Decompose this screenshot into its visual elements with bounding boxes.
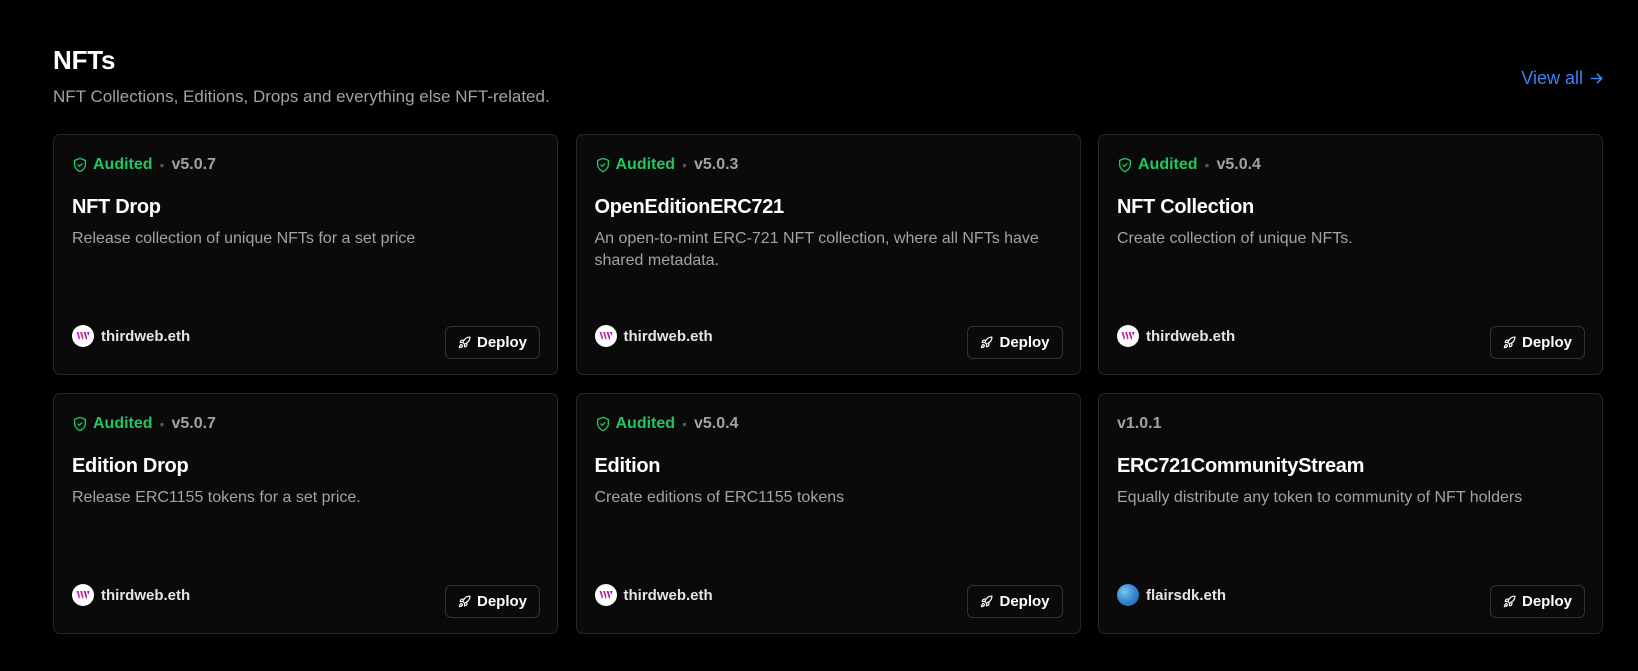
arrow-right-icon: [1590, 73, 1603, 84]
audited-label: Audited: [615, 415, 676, 432]
deploy-label: Deploy: [999, 593, 1050, 610]
audited-badge: Audited: [72, 156, 153, 174]
shield-check-icon: [74, 416, 86, 432]
nft-section: NFTs NFT Collections, Editions, Drops an…: [0, 0, 1638, 671]
contract-card-grid: Audited • v5.0.7 NFT Drop Release collec…: [53, 134, 1603, 634]
thirdweb-logo-icon: [76, 591, 90, 599]
publisher-name: thirdweb.eth: [623, 586, 713, 604]
section-title: NFTs: [53, 45, 116, 75]
version-label: v5.0.4: [1216, 156, 1261, 173]
separator-dot: •: [682, 157, 687, 173]
card-description: An open-to-mint ERC-721 NFT collection, …: [594, 230, 1039, 269]
publisher[interactable]: thirdweb.eth: [72, 325, 190, 347]
publisher-avatar: [72, 325, 94, 347]
rocket-icon: [1503, 336, 1516, 349]
separator-dot: •: [1204, 157, 1210, 173]
deploy-label: Deploy: [1521, 593, 1572, 610]
contract-card[interactable]: Audited • v5.0.3 OpenEditionERC721 An op…: [575, 134, 1081, 375]
card-meta: Audited • v5.0.7: [72, 155, 216, 175]
card-meta: Audited • v5.0.4: [595, 414, 739, 434]
publisher[interactable]: flairsdk.eth: [1117, 584, 1226, 606]
card-description: Release ERC1155 tokens for a set price.: [72, 489, 361, 506]
card-meta: v1.0.1: [1117, 414, 1161, 434]
separator-dot: •: [159, 157, 165, 173]
shield-check-icon: [74, 157, 86, 173]
audited-label: Audited: [615, 156, 676, 173]
card-description: Release collection of unique NFTs for a …: [72, 230, 416, 247]
card-description: Create editions of ERC1155 tokens: [594, 489, 845, 506]
card-description: Equally distribute any token to communit…: [1117, 489, 1523, 506]
publisher-avatar: [594, 325, 617, 347]
publisher-avatar: [1117, 325, 1139, 347]
publisher[interactable]: thirdweb.eth: [594, 325, 713, 347]
deploy-button[interactable]: Deploy: [1489, 585, 1585, 618]
publisher-avatar: [72, 584, 94, 606]
card-title: ERC721CommunityStream: [1117, 455, 1365, 477]
view-all-label: View all: [1521, 68, 1583, 88]
publisher[interactable]: thirdweb.eth: [72, 584, 190, 606]
rocket-icon: [981, 336, 993, 349]
publisher-name: thirdweb.eth: [1146, 327, 1236, 345]
audited-label: Audited: [93, 156, 153, 173]
card-title: Edition Drop: [72, 455, 189, 477]
card-meta: Audited • v5.0.4: [1117, 155, 1261, 175]
deploy-label: Deploy: [999, 334, 1050, 351]
card-title: NFT Drop: [72, 196, 161, 218]
deploy-button[interactable]: Deploy: [967, 326, 1063, 359]
publisher[interactable]: thirdweb.eth: [1117, 325, 1235, 347]
separator-dot: •: [682, 416, 687, 432]
card-title: OpenEditionERC721: [594, 196, 785, 218]
publisher-name: thirdweb.eth: [101, 327, 191, 345]
audited-badge: Audited: [72, 415, 153, 433]
card-description: Create collection of unique NFTs.: [1117, 230, 1353, 247]
deploy-label: Deploy: [1521, 334, 1572, 351]
audited-badge: Audited: [595, 415, 676, 433]
card-title: Edition: [594, 455, 661, 477]
rocket-icon: [458, 595, 471, 608]
deploy-button[interactable]: Deploy: [444, 585, 540, 618]
audited-label: Audited: [1138, 156, 1198, 173]
audited-label: Audited: [93, 415, 153, 432]
version-label: v5.0.4: [693, 415, 739, 432]
publisher[interactable]: thirdweb.eth: [594, 584, 713, 606]
version-label: v1.0.1: [1117, 415, 1162, 432]
publisher-name: thirdweb.eth: [101, 586, 191, 604]
view-all-link[interactable]: View all: [1521, 68, 1604, 89]
deploy-button[interactable]: Deploy: [1489, 326, 1585, 359]
contract-card[interactable]: Audited • v5.0.7 Edition Drop Release ER…: [53, 393, 558, 634]
shield-check-icon: [1119, 157, 1131, 173]
card-meta: Audited • v5.0.7: [72, 414, 216, 434]
separator-dot: •: [159, 416, 165, 432]
audited-badge: Audited: [1117, 156, 1198, 174]
version-label: v5.0.3: [693, 156, 739, 173]
publisher-avatar: [594, 584, 617, 606]
contract-card[interactable]: v1.0.1 ERC721CommunityStream Equally dis…: [1098, 393, 1603, 634]
contract-card[interactable]: Audited • v5.0.4 Edition Create editions…: [575, 393, 1081, 634]
thirdweb-logo-icon: [1121, 332, 1135, 340]
section-subtitle: NFT Collections, Editions, Drops and eve…: [53, 87, 550, 106]
card-title: NFT Collection: [1117, 196, 1254, 218]
shield-check-icon: [596, 416, 609, 432]
card-meta: Audited • v5.0.3: [595, 155, 739, 175]
version-label: v5.0.7: [171, 156, 216, 173]
publisher-name: flairsdk.eth: [1146, 586, 1227, 604]
audited-badge: Audited: [595, 156, 676, 174]
thirdweb-logo-icon: [599, 591, 612, 599]
section-header: NFTs NFT Collections, Editions, Drops an…: [53, 44, 1603, 114]
deploy-label: Deploy: [476, 593, 527, 610]
rocket-icon: [458, 336, 471, 349]
deploy-button[interactable]: Deploy: [444, 326, 540, 359]
version-label: v5.0.7: [171, 415, 216, 432]
contract-card[interactable]: Audited • v5.0.7 NFT Drop Release collec…: [53, 134, 558, 375]
deploy-label: Deploy: [476, 334, 527, 351]
contract-card[interactable]: Audited • v5.0.4 NFT Collection Create c…: [1098, 134, 1603, 375]
publisher-name: thirdweb.eth: [623, 327, 713, 345]
shield-check-icon: [596, 157, 609, 173]
thirdweb-logo-icon: [76, 332, 90, 340]
thirdweb-logo-icon: [599, 332, 612, 340]
rocket-icon: [981, 595, 993, 608]
rocket-icon: [1503, 595, 1516, 608]
deploy-button[interactable]: Deploy: [967, 585, 1063, 618]
flair-avatar-icon: [1117, 584, 1139, 606]
